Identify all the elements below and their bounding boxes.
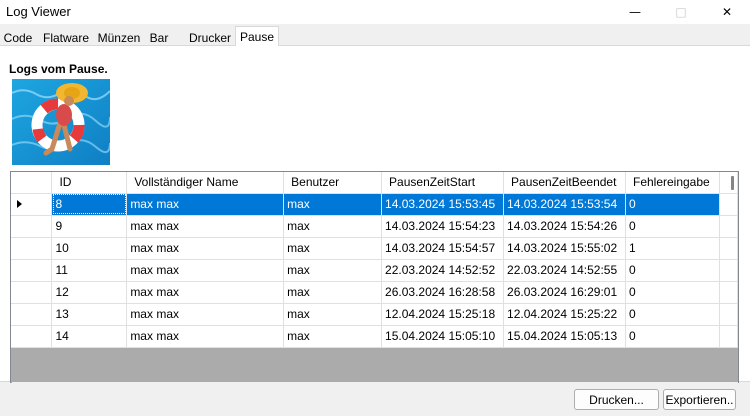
cell-filler	[719, 325, 738, 348]
pool-float-image	[12, 79, 110, 165]
row-header[interactable]	[11, 303, 53, 326]
tab-code[interactable]: Code	[0, 28, 36, 46]
table-row[interactable]: 10 max max max 14.03.2024 15:54:57 14.03…	[11, 237, 738, 260]
tab-muenzen[interactable]: Münzen	[94, 28, 144, 46]
table-row[interactable]: 11 max max max 22.03.2024 14:52:52 22.03…	[11, 259, 738, 282]
row-header[interactable]	[11, 325, 53, 348]
title-bar: Log Viewer — □ ✕	[0, 0, 750, 24]
row-header[interactable]	[11, 259, 53, 282]
log-grid[interactable]: ID Vollständiger Name Benutzer PausenZei…	[10, 171, 739, 398]
cell-end[interactable]: 12.04.2024 15:25:22	[503, 303, 626, 326]
column-header-id[interactable]: ID	[51, 172, 128, 194]
cell-id[interactable]: 13	[51, 303, 128, 326]
cell-error[interactable]: 0	[625, 303, 720, 326]
cell-end[interactable]: 26.03.2024 16:29:01	[503, 281, 626, 304]
row-header[interactable]	[11, 237, 53, 260]
column-header-start[interactable]: PausenZeitStart	[381, 172, 505, 194]
column-header-name[interactable]: Vollständiger Name	[126, 172, 285, 194]
tab-drucker[interactable]: Drucker	[186, 28, 234, 46]
column-header-user[interactable]: Benutzer	[283, 172, 383, 194]
cell-name[interactable]: max max	[126, 237, 285, 260]
cell-filler	[719, 193, 738, 216]
print-button[interactable]: Drucken...	[574, 389, 659, 410]
row-header[interactable]	[11, 215, 53, 238]
tab-bar[interactable]: Bar	[145, 28, 173, 46]
tab-pause[interactable]: Pause	[235, 26, 279, 47]
cell-user[interactable]: max	[283, 215, 383, 238]
cell-name[interactable]: max max	[126, 215, 285, 238]
cell-error[interactable]: 0	[625, 193, 720, 216]
cell-user[interactable]: max	[283, 259, 383, 282]
header-row: ID Vollständiger Name Benutzer PausenZei…	[11, 172, 738, 194]
cell-user[interactable]: max	[283, 303, 383, 326]
cell-filler	[719, 259, 738, 282]
cell-filler	[719, 303, 738, 326]
maximize-icon: □	[675, 5, 687, 19]
cell-id[interactable]: 11	[51, 259, 128, 282]
cell-user[interactable]: max	[283, 237, 383, 260]
current-row-arrow-icon	[17, 200, 22, 208]
cell-filler	[719, 215, 738, 238]
cell-end[interactable]: 14.03.2024 15:55:02	[503, 237, 626, 260]
close-button[interactable]: ✕	[704, 0, 750, 24]
row-header[interactable]	[11, 193, 53, 216]
row-header[interactable]	[11, 281, 53, 304]
maximize-button: □	[658, 0, 704, 24]
scroll-indicator	[731, 176, 734, 190]
minimize-icon: —	[629, 5, 641, 19]
cell-end[interactable]: 15.04.2024 15:05:13	[503, 325, 626, 348]
tab-strip: Code Flatware Münzen Bar Drucker Pause	[0, 26, 750, 47]
cell-name[interactable]: max max	[126, 259, 285, 282]
tab-panel-pause: Logs vom Pause. ID Vollständiger Name Be…	[0, 46, 750, 398]
cell-end[interactable]: 22.03.2024 14:52:55	[503, 259, 626, 282]
cell-end[interactable]: 14.03.2024 15:53:54	[503, 193, 626, 216]
cell-id[interactable]: 9	[51, 215, 128, 238]
column-header-filler	[719, 172, 738, 194]
row-header-corner	[11, 172, 53, 194]
column-header-end[interactable]: PausenZeitBeendet	[503, 172, 626, 194]
cell-name[interactable]: max max	[126, 281, 285, 304]
cell-name[interactable]: max max	[126, 325, 285, 348]
cell-filler	[719, 237, 738, 260]
cell-start[interactable]: 22.03.2024 14:52:52	[381, 259, 505, 282]
cell-filler	[719, 281, 738, 304]
close-icon: ✕	[721, 5, 733, 19]
cell-start[interactable]: 14.03.2024 15:53:45	[381, 193, 505, 216]
table-row[interactable]: 13 max max max 12.04.2024 15:25:18 12.04…	[11, 303, 738, 326]
cell-start[interactable]: 14.03.2024 15:54:57	[381, 237, 505, 260]
cell-start[interactable]: 12.04.2024 15:25:18	[381, 303, 505, 326]
table-row[interactable]: 8 max max max 14.03.2024 15:53:45 14.03.…	[11, 193, 738, 216]
column-header-error[interactable]: Fehlereingabe	[625, 172, 720, 194]
cell-error[interactable]: 0	[625, 281, 720, 304]
cell-id[interactable]: 12	[51, 281, 128, 304]
cell-start[interactable]: 15.04.2024 15:05:10	[381, 325, 505, 348]
cell-id[interactable]: 10	[51, 237, 128, 260]
cell-id[interactable]: 14	[51, 325, 128, 348]
cell-id[interactable]: 8	[51, 193, 128, 216]
cell-error[interactable]: 0	[625, 215, 720, 238]
cell-user[interactable]: max	[283, 281, 383, 304]
cell-user[interactable]: max	[283, 193, 383, 216]
minimize-button[interactable]: —	[612, 0, 658, 24]
tab-flatware[interactable]: Flatware	[40, 28, 92, 46]
table-row[interactable]: 9 max max max 14.03.2024 15:54:23 14.03.…	[11, 215, 738, 238]
cell-error[interactable]: 0	[625, 325, 720, 348]
cell-start[interactable]: 26.03.2024 16:28:58	[381, 281, 505, 304]
cell-name[interactable]: max max	[126, 193, 285, 216]
cell-error[interactable]: 1	[625, 237, 720, 260]
cell-end[interactable]: 14.03.2024 15:54:26	[503, 215, 626, 238]
cell-error[interactable]: 0	[625, 259, 720, 282]
window-title: Log Viewer	[6, 4, 71, 19]
log-table: ID Vollständiger Name Benutzer PausenZei…	[11, 172, 738, 348]
cell-start[interactable]: 14.03.2024 15:54:23	[381, 215, 505, 238]
table-row[interactable]: 12 max max max 26.03.2024 16:28:58 26.03…	[11, 281, 738, 304]
export-button[interactable]: Exportieren..	[663, 389, 736, 410]
cell-user[interactable]: max	[283, 325, 383, 348]
dialog-footer: Drucken... Exportieren..	[0, 383, 750, 416]
cell-name[interactable]: max max	[126, 303, 285, 326]
section-title: Logs vom Pause.	[9, 62, 108, 76]
table-row[interactable]: 14 max max max 15.04.2024 15:05:10 15.04…	[11, 325, 738, 348]
